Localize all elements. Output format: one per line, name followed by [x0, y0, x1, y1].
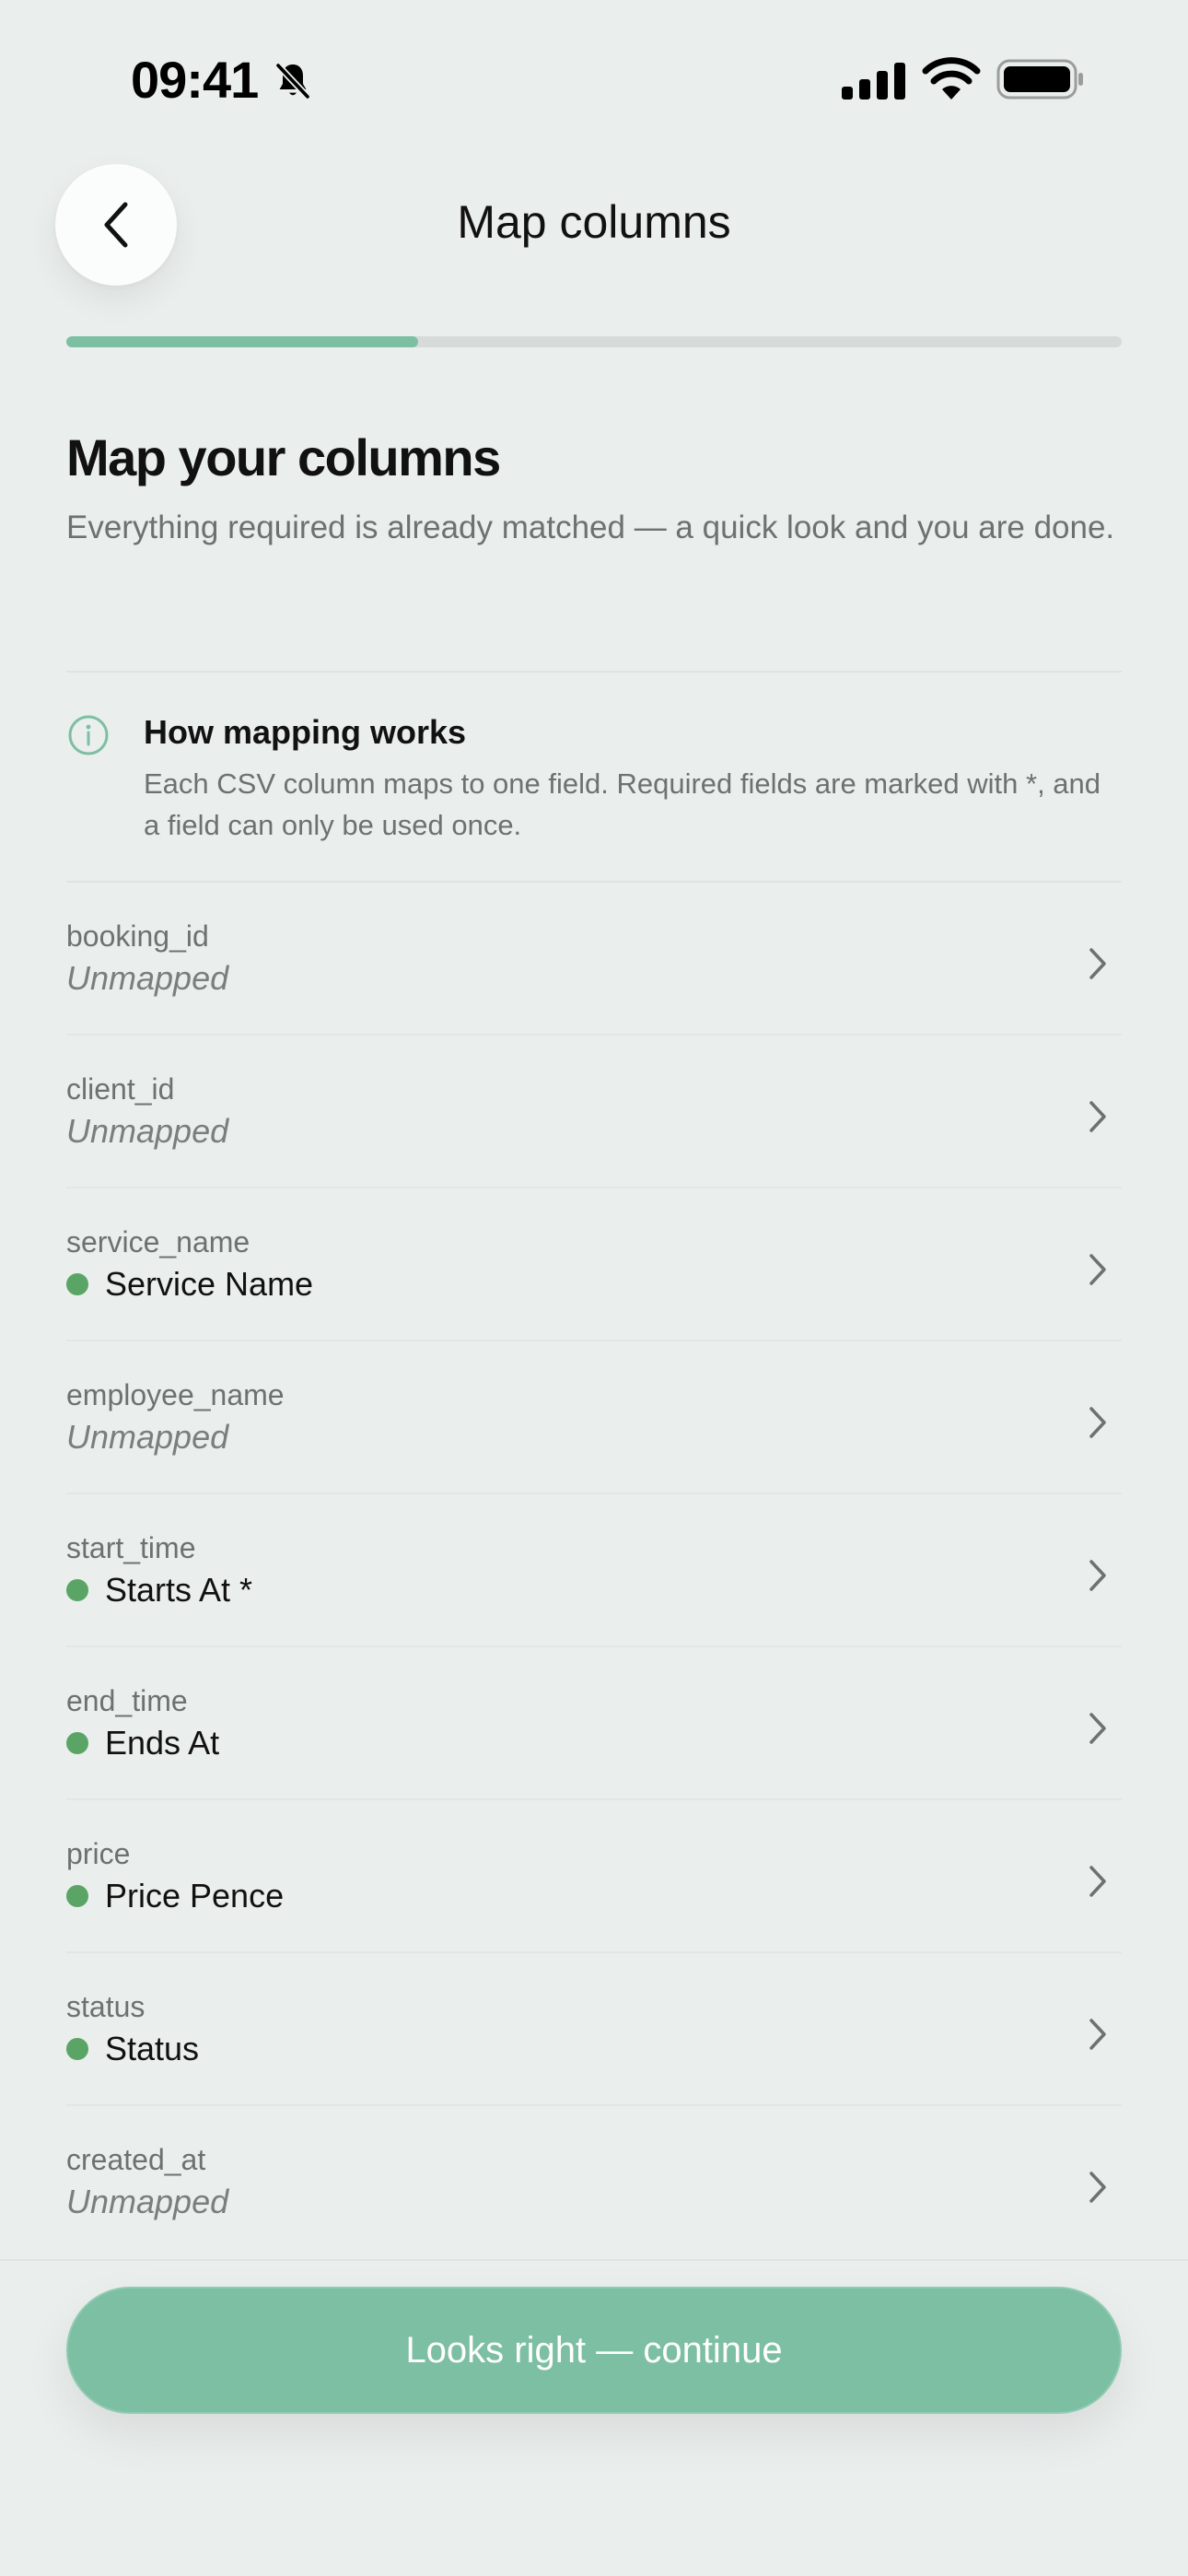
mapped-status-dot: [66, 1579, 88, 1601]
progress-bar: [66, 336, 1122, 347]
mapped-field-label: Unmapped: [66, 1418, 229, 1456]
mapped-field: Service Name: [66, 1265, 313, 1304]
divider: [66, 671, 1122, 673]
info-title: How mapping works: [144, 713, 467, 751]
csv-column-name: start_time: [66, 1531, 196, 1564]
mapped-field-label: Unmapped: [66, 959, 229, 997]
bottom-separator: [0, 2259, 1188, 2261]
chevron-right-icon: [1089, 1407, 1106, 1438]
mapping-row-end_time[interactable]: end_time Ends At: [0, 1647, 1188, 1800]
mapped-field: Unmapped: [66, 1418, 228, 1457]
mapping-row-employee_name[interactable]: employee_name Unmapped: [0, 1341, 1188, 1494]
mapped-field: Ends At: [66, 1724, 219, 1762]
mapping-row-status[interactable]: status Status: [0, 1953, 1188, 2106]
mapped-field: Unmapped: [66, 959, 228, 998]
battery-icon: [996, 59, 1083, 100]
chevron-right-icon: [1089, 1101, 1106, 1132]
csv-column-name: end_time: [66, 1684, 188, 1717]
mapped-field-label: Unmapped: [66, 2183, 229, 2220]
wifi-icon: [922, 57, 981, 100]
csv-column-name: status: [66, 1990, 146, 2023]
csv-column-name: service_name: [66, 1225, 250, 1259]
mapped-field: Starts At *: [66, 1571, 252, 1610]
mapped-field: Unmapped: [66, 1112, 228, 1151]
mapped-field-label: Ends At: [105, 1724, 220, 1762]
mapped-field: Unmapped: [66, 2183, 228, 2221]
page-subtitle: Everything required is already matched —…: [66, 509, 1115, 545]
chevron-right-icon: [1089, 1866, 1106, 1897]
csv-column-name: created_at: [66, 2143, 206, 2176]
mapped-status-dot: [66, 2038, 88, 2060]
page-title: Map your columns: [66, 428, 501, 486]
mapped-status-dot: [66, 1273, 88, 1295]
chevron-right-icon: [1089, 948, 1106, 979]
mapping-row-price[interactable]: price Price Pence: [0, 1800, 1188, 1953]
csv-column-name: employee_name: [66, 1378, 285, 1411]
csv-column-name: price: [66, 1837, 131, 1870]
status-time: 09:41: [131, 51, 259, 109]
continue-button[interactable]: Looks right — continue: [66, 2287, 1122, 2414]
signal-icon: [842, 63, 905, 100]
chevron-right-icon: [1089, 2019, 1106, 2050]
csv-column-name: client_id: [66, 1072, 175, 1106]
nav-title: Map columns: [457, 196, 731, 248]
mapping-row-booking_id[interactable]: booking_id Unmapped: [0, 883, 1188, 1036]
mapping-row-start_time[interactable]: start_time Starts At *: [0, 1494, 1188, 1647]
mapped-field-label: Status: [105, 2030, 200, 2067]
chevron-right-icon: [1089, 1560, 1106, 1591]
status-bar: 09:41: [0, 0, 1188, 157]
csv-column-name: booking_id: [66, 919, 209, 953]
mapped-field-label: Starts At *: [105, 1571, 253, 1609]
mapped-status-dot: [66, 1885, 88, 1907]
bell-slash-icon: [274, 62, 311, 100]
mapped-field-label: Service Name: [105, 1265, 314, 1303]
mapped-field-label: Unmapped: [66, 1112, 229, 1150]
mapping-row-created_at[interactable]: created_at Unmapped: [0, 2106, 1188, 2259]
mapped-field-label: Price Pence: [105, 1877, 285, 1914]
mapped-status-dot: [66, 1732, 88, 1754]
mapped-field: Price Pence: [66, 1877, 284, 1915]
chevron-right-icon: [1089, 1713, 1106, 1744]
progress-fill: [66, 336, 418, 347]
mapping-list: booking_id Unmapped client_id Unmapped s…: [0, 883, 1188, 2259]
chevron-right-icon: [1089, 2172, 1106, 2203]
info-body: Each CSV column maps to one field. Requi…: [144, 767, 1101, 841]
mapping-row-client_id[interactable]: client_id Unmapped: [0, 1036, 1188, 1188]
screen: 09:41 Map columns Map your columns Every…: [0, 0, 1188, 2576]
chevron-right-icon: [1089, 1254, 1106, 1285]
info-icon: [68, 715, 109, 755]
mapped-field: Status: [66, 2030, 199, 2068]
mapping-row-service_name[interactable]: service_name Service Name: [0, 1188, 1188, 1341]
